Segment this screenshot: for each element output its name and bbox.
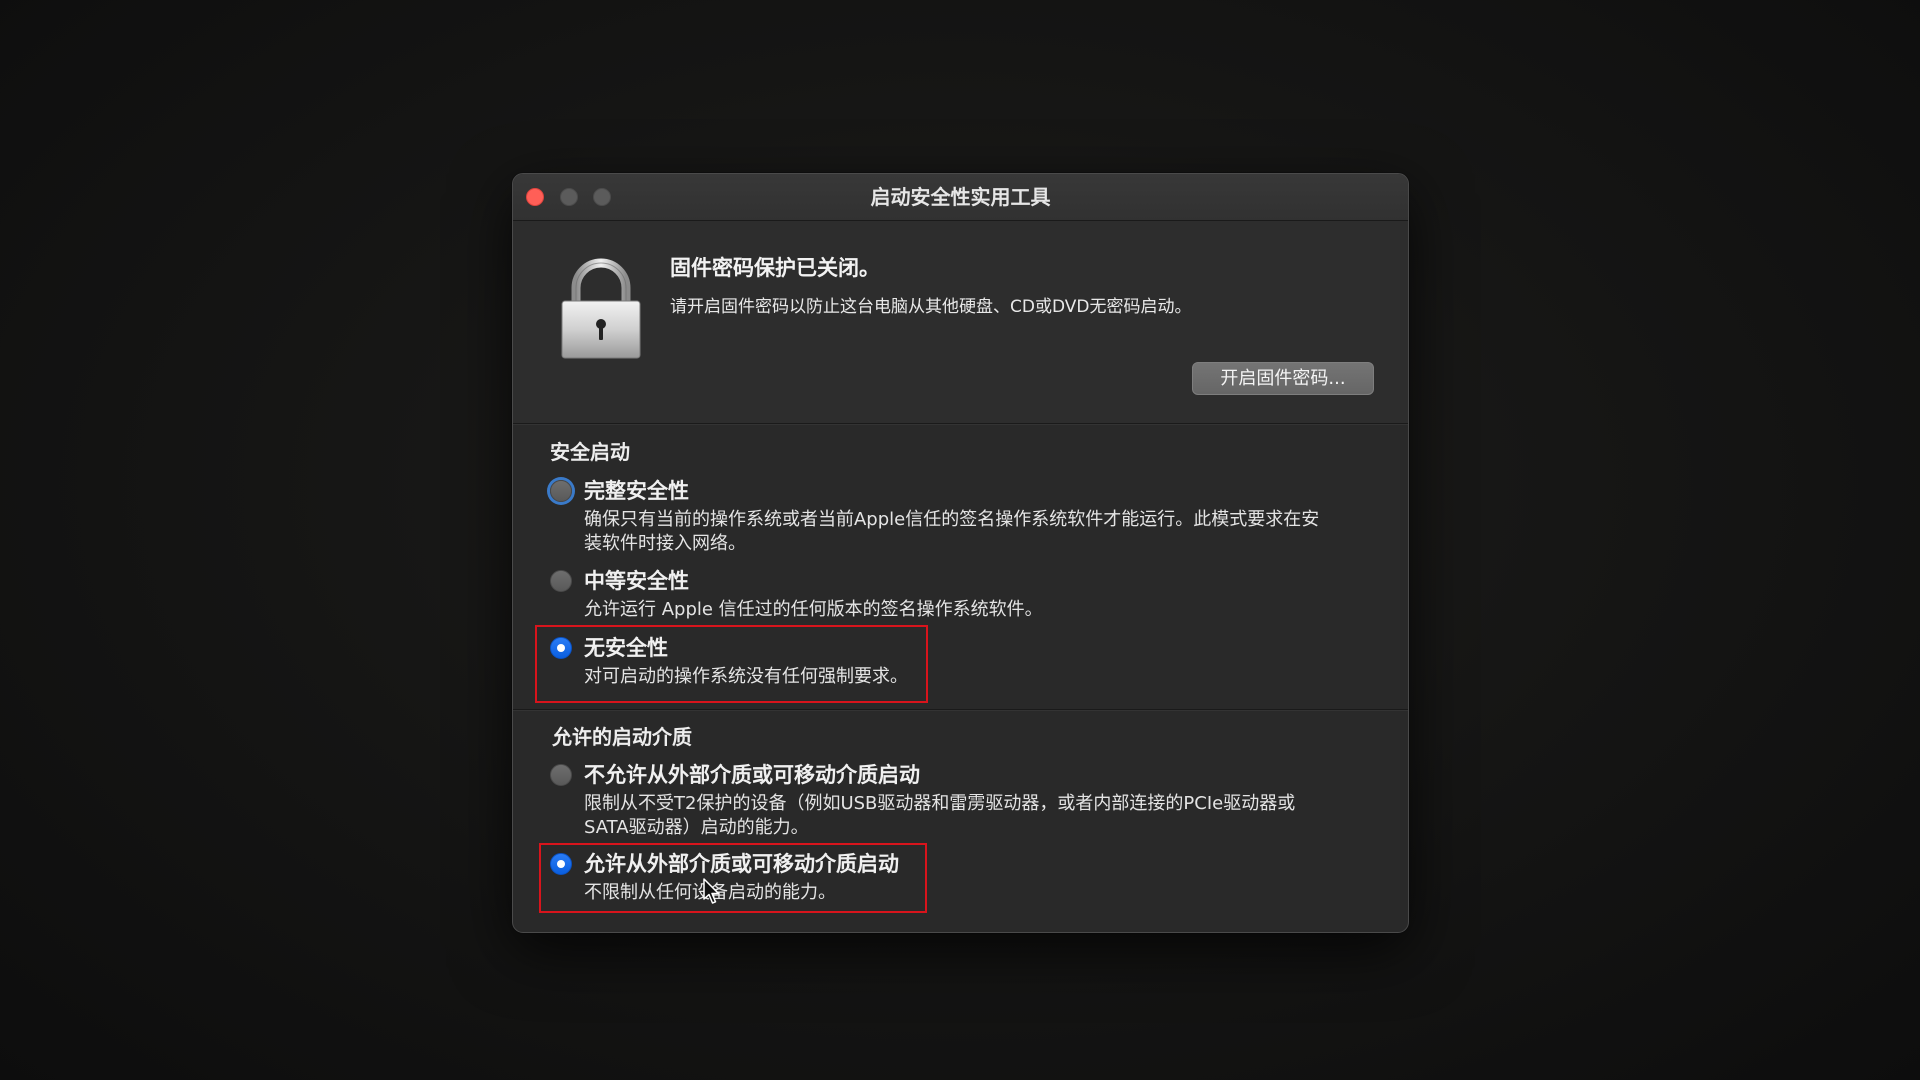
option-description: 限制从不受T2保护的设备（例如USB驱动器和雷雳驱动器，或者内部连接的PCIe驱… — [584, 792, 1295, 840]
option-disallow-external-boot[interactable]: 不允许从外部介质或可移动介质启动 限制从不受T2保护的设备（例如USB驱动器和雷… — [548, 762, 1388, 838]
description-line: 装软件时接入网络。 — [584, 533, 746, 554]
option-description: 允许运行 Apple 信任过的任何版本的签名操作系统软件。 — [584, 598, 1043, 622]
option-description: 对可启动的操作系统没有任何强制要求。 — [584, 665, 908, 689]
option-no-security[interactable]: 无安全性 对可启动的操作系统没有任何强制要求。 — [548, 635, 1388, 687]
description-line: 对可启动的操作系统没有任何强制要求。 — [584, 666, 908, 687]
radio-full-security[interactable] — [550, 480, 572, 502]
description-line: 确保只有当前的操作系统或者当前Apple信任的签名操作系统软件才能运行。此模式要… — [584, 509, 1320, 530]
description-line: 允许运行 Apple 信任过的任何版本的签名操作系统软件。 — [584, 599, 1043, 620]
startup-security-utility-window: 启动安全性实用工具 固件密码保护已关闭。 请开启固件密码以防止这台电脑从其他硬盘… — [512, 173, 1409, 933]
description-line: SATA驱动器）启动的能力。 — [584, 817, 809, 838]
option-label: 中等安全性 — [584, 569, 689, 593]
window-title: 启动安全性实用工具 — [870, 185, 1051, 209]
option-full-security[interactable]: 完整安全性 确保只有当前的操作系统或者当前Apple信任的签名操作系统软件才能运… — [548, 478, 1388, 554]
option-medium-security[interactable]: 中等安全性 允许运行 Apple 信任过的任何版本的签名操作系统软件。 — [548, 568, 1388, 620]
option-label: 不允许从外部介质或可移动介质启动 — [584, 763, 920, 787]
radio-no-security[interactable] — [550, 637, 572, 659]
turn-on-firmware-password-button[interactable]: 开启固件密码... — [1192, 362, 1374, 395]
description-line: 限制从不受T2保护的设备（例如USB驱动器和雷雳驱动器，或者内部连接的PCIe驱… — [584, 793, 1296, 814]
firmware-status-description: 请开启固件密码以防止这台电脑从其他硬盘、CD或DVD无密码启动。 — [670, 297, 1192, 317]
section-divider — [513, 709, 1408, 710]
radio-allow-external-boot[interactable] — [550, 853, 572, 875]
section-divider — [513, 423, 1408, 424]
option-label: 允许从外部介质或可移动介质启动 — [584, 852, 899, 876]
option-allow-external-boot[interactable]: 允许从外部介质或可移动介质启动 不限制从任何设备启动的能力。 — [548, 851, 1388, 903]
radio-medium-security[interactable] — [550, 570, 572, 592]
secure-boot-title: 安全启动 — [550, 440, 630, 464]
title-bar[interactable]: 启动安全性实用工具 — [513, 174, 1408, 221]
lock-icon — [561, 258, 641, 359]
option-label: 无安全性 — [584, 636, 668, 660]
option-label: 完整安全性 — [584, 479, 689, 503]
option-description: 确保只有当前的操作系统或者当前Apple信任的签名操作系统软件才能运行。此模式要… — [584, 508, 1319, 556]
firmware-status-heading: 固件密码保护已关闭。 — [670, 256, 880, 280]
radio-disallow-external-boot[interactable] — [550, 764, 572, 786]
allowed-boot-media-title: 允许的启动介质 — [552, 725, 692, 749]
arrow-cursor-icon — [703, 878, 720, 904]
